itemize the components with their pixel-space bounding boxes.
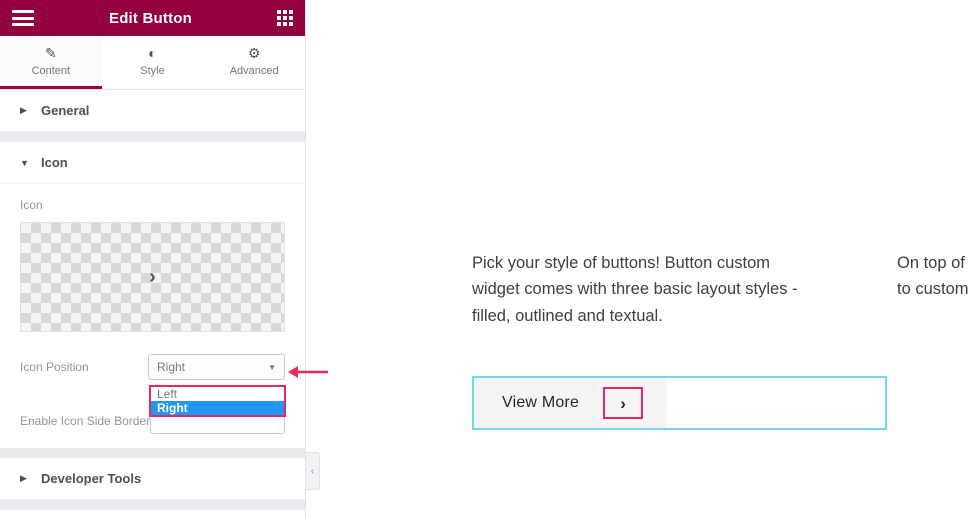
section-developer-tools-label: Developer Tools — [41, 471, 142, 486]
column-left-text: Pick your style of buttons! Button custo… — [472, 254, 798, 325]
preview-canvas: Pick your style of buttons! Button custo… — [307, 0, 969, 518]
button-icon-highlight: › — [603, 387, 644, 419]
panel-tabs: ✎ Content ◐ Style ⚙ Advanced — [0, 36, 306, 90]
section-divider — [0, 132, 305, 142]
tab-style[interactable]: ◐ Style — [101, 36, 204, 89]
view-more-button[interactable]: View More › — [474, 378, 668, 428]
tab-advanced[interactable]: ⚙ Advanced — [203, 36, 306, 89]
view-more-button-label: View More — [502, 394, 580, 411]
section-icon-label: Icon — [41, 155, 68, 170]
tab-advanced-label: Advanced — [229, 65, 279, 77]
tab-content[interactable]: ✎ Content — [0, 36, 102, 89]
icon-section-body: Icon › — [0, 184, 305, 340]
section-general-label: General — [41, 103, 90, 118]
tab-content-label: Content — [31, 65, 71, 77]
icon-side-border-label: Enable Icon Side Border — [20, 414, 151, 428]
dropdown-option-left[interactable]: Left — [151, 387, 284, 401]
gear-icon: ⚙ — [247, 44, 261, 61]
chevron-right-icon: › — [620, 393, 626, 413]
chevron-down-icon: ▼ — [20, 157, 29, 168]
icon-position-value: Right — [157, 360, 186, 374]
tab-style-label: Style — [140, 65, 165, 77]
chevron-right-icon: ▶ — [20, 105, 27, 115]
icon-preview-media[interactable]: › — [20, 222, 285, 332]
section-developer-tools[interactable]: ▶ Developer Tools — [0, 458, 305, 500]
section-general[interactable]: ▶ General — [0, 90, 305, 132]
icon-position-select[interactable]: Right ▼ — [148, 354, 285, 380]
column-right: On top of that, you also get to customiz… — [897, 250, 969, 329]
icon-position-dropdown-list[interactable]: Left Right — [149, 385, 286, 417]
panel-header: Edit Button — [0, 0, 305, 36]
chevron-right-icon: ▶ — [20, 473, 27, 483]
annotation-arrow-left — [288, 366, 328, 378]
panel-collapse-handle[interactable]: ‹ — [306, 452, 320, 490]
app-root: Edit Button ✎ Content ◐ Style ⚙ Advanced — [0, 0, 969, 518]
editor-panel: Edit Button ✎ Content ◐ Style ⚙ Advanced — [0, 0, 328, 518]
dropdown-option-right[interactable]: Right — [151, 401, 284, 415]
button-widget-container: View More › — [472, 376, 887, 430]
panel-title: Edit Button — [108, 9, 192, 27]
column-left: Pick your style of buttons! Button custo… — [472, 250, 802, 329]
chevron-right-icon: › — [149, 266, 156, 288]
grid-apps-icon[interactable] — [277, 10, 293, 26]
icon-field-label: Icon — [20, 198, 43, 212]
chevron-down-icon: ▼ — [268, 362, 276, 372]
icon-position-label: Icon Position — [20, 360, 89, 374]
contrast-icon: ◐ — [148, 45, 157, 61]
section-divider — [0, 448, 305, 458]
section-divider — [0, 500, 305, 510]
section-icon[interactable]: ▼ Icon — [0, 142, 305, 184]
column-right-text: On top of that, you also get to customiz… — [897, 254, 969, 299]
text-columns: Pick your style of buttons! Button custo… — [472, 250, 969, 329]
pencil-icon: ✎ — [44, 44, 57, 61]
